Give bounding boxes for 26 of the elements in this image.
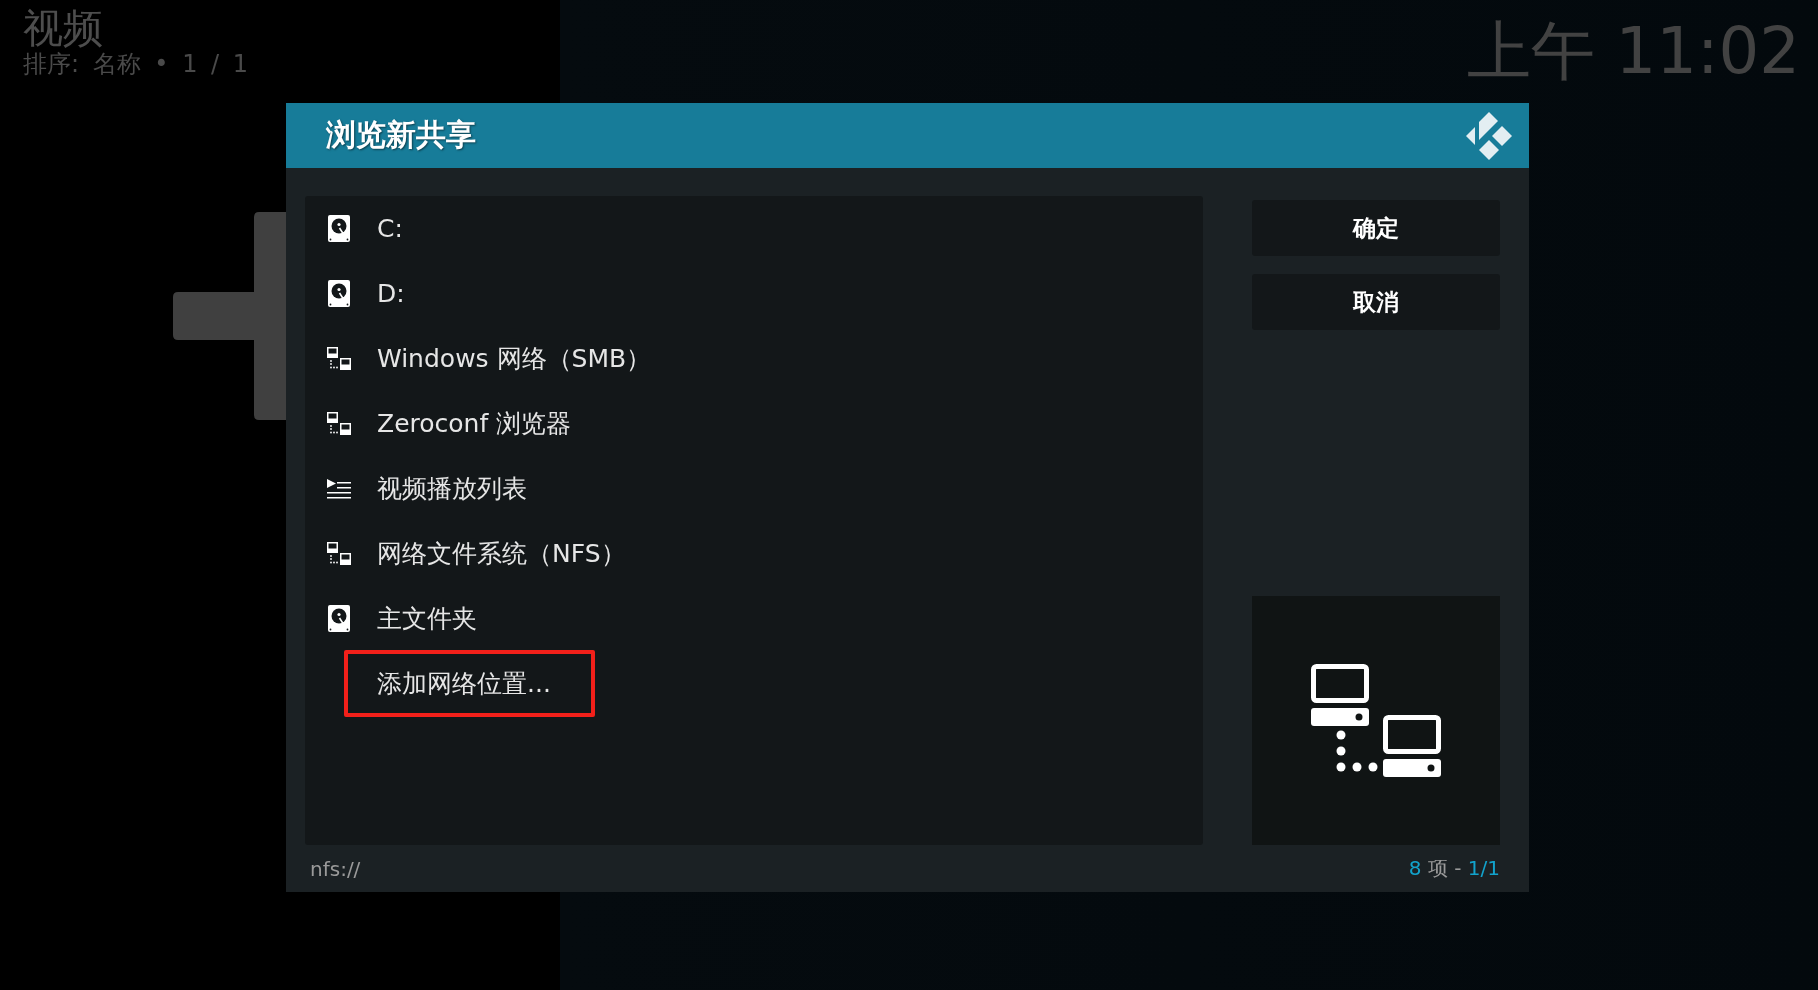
list-item[interactable]: 添加网络位置...	[344, 650, 595, 717]
network-computers-icon	[327, 412, 351, 435]
list-item[interactable]: 视频播放列表	[377, 472, 527, 505]
network-computers-icon	[327, 542, 351, 565]
playlist-icon	[327, 478, 351, 499]
dialog-button[interactable]: 取消	[1252, 274, 1500, 330]
path-label: nfs://	[310, 856, 361, 881]
logo-icon	[1466, 111, 1512, 160]
sort-info: 排序: 名称 • 1 / 1	[23, 50, 248, 78]
list-item[interactable]: D:	[377, 279, 405, 308]
network-computers-icon	[1311, 664, 1441, 777]
section-title: 视频	[23, 6, 103, 50]
hard-drive-icon	[328, 215, 350, 242]
hard-drive-icon	[328, 280, 350, 307]
list-item[interactable]: C:	[377, 214, 403, 243]
list-item[interactable]: Windows 网络（SMB）	[377, 342, 652, 375]
list-item[interactable]: Zeroconf 浏览器	[377, 407, 572, 440]
list-item[interactable]: 主文件夹	[377, 602, 477, 635]
plus-icon	[173, 212, 286, 420]
dialog-title: 浏览新共享	[326, 116, 476, 154]
dialog-button[interactable]: 确定	[1252, 200, 1500, 256]
hard-drive-icon	[328, 605, 350, 632]
list-item[interactable]: 网络文件系统（NFS）	[377, 537, 626, 570]
item-count: 8 项 - 1/1	[1408, 855, 1500, 882]
network-computers-icon	[327, 347, 351, 370]
clock-time: 上午 11:02	[1467, 13, 1800, 89]
